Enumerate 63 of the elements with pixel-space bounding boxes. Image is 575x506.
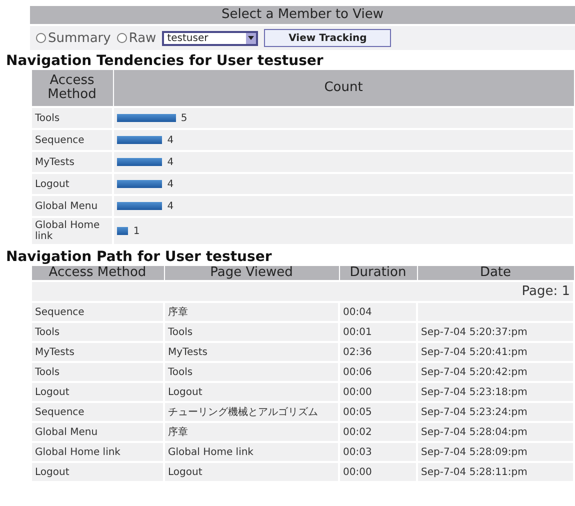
table-cell: Tools: [35, 326, 60, 338]
table-cell: Sep-7-04 5:20:42:pm: [421, 366, 528, 378]
table-cell: Sep-7-04 5:23:24:pm: [421, 406, 528, 418]
table-cell: Global Home link: [35, 446, 120, 458]
table-cell: 00:00: [343, 386, 372, 398]
table-cell: Global Home link: [168, 446, 254, 458]
member-dropdown[interactable]: testuser: [162, 30, 258, 46]
column-header: Access Method: [31, 70, 113, 107]
table-cell: 00:05: [343, 406, 372, 418]
table-cell: 00:01: [343, 326, 372, 338]
radio-button[interactable]: [116, 33, 127, 43]
count-value: 4: [167, 178, 174, 190]
radio-label[interactable]: Raw: [128, 30, 156, 46]
radio-label[interactable]: Summary: [48, 30, 111, 46]
column-header: Count: [113, 70, 574, 107]
table-cell: 00:06: [343, 366, 372, 378]
count-value: 4: [167, 156, 174, 168]
table-cell: MyTests: [31, 151, 113, 173]
table-cell: Global Menu: [35, 426, 98, 438]
table-cell: Global Home link: [31, 217, 113, 245]
panel-title: Select a Member to View: [30, 6, 575, 24]
table-cell: Logout: [168, 386, 202, 398]
column-header: Page Viewed: [164, 266, 339, 281]
table-cell: Sep-7-04 5:20:41:pm: [421, 346, 528, 358]
table-cell: Logout: [35, 386, 70, 398]
table-cell: Sep-7-04 5:20:37:pm: [421, 326, 528, 338]
table-cell: 00:04: [343, 306, 372, 318]
table-cell: Sequence: [35, 406, 84, 418]
table-cell: MyTests: [168, 346, 208, 358]
table-cell: Sep-7-04 5:28:09:pm: [421, 446, 528, 458]
count-value: 5: [180, 112, 188, 124]
count-value: 4: [167, 200, 174, 212]
radio-button[interactable]: [36, 33, 46, 43]
section-title: Navigation Path for User testuser: [6, 249, 273, 265]
table-cell: Tools: [168, 326, 193, 338]
table-cell: Sep-7-04 5:23:18:pm: [421, 386, 528, 398]
table-cell: Logout: [35, 466, 70, 478]
table-cell: 序章: [168, 427, 188, 438]
table-cell: チューリング機械とアルゴリズム: [168, 407, 318, 418]
page-indicator: Page: 1: [522, 284, 570, 299]
table-cell: 00:00: [343, 466, 372, 478]
table-cell: Tools: [31, 107, 113, 129]
view-tracking-button[interactable]: View Tracking: [264, 29, 392, 47]
count-value: 1: [133, 226, 140, 236]
table-cell: 02:36: [343, 346, 372, 358]
table-cell: 序章: [168, 307, 188, 318]
table-cell: 00:02: [343, 426, 372, 438]
table-cell: Tools: [168, 366, 193, 378]
table-cell: Sep-7-04 5:28:04:pm: [421, 426, 528, 438]
section-title: Navigation Tendencies for User testuser: [6, 53, 324, 69]
column-header: Duration: [339, 266, 417, 281]
table-cell: Global Menu: [31, 195, 113, 217]
table-cell: Sequence: [35, 306, 84, 318]
table-cell: Logout: [168, 466, 202, 478]
table-cell: MyTests: [35, 346, 74, 358]
count-value: 4: [167, 134, 174, 146]
column-header: Date: [417, 266, 574, 281]
table-cell: Sequence: [31, 129, 113, 151]
table-cell: Sep-7-04 5:28:11:pm: [421, 466, 528, 478]
column-header: Access Method: [31, 266, 164, 281]
table-cell: Tools: [35, 366, 60, 378]
table-cell: Logout: [31, 173, 113, 195]
table-cell: 00:03: [343, 446, 372, 458]
